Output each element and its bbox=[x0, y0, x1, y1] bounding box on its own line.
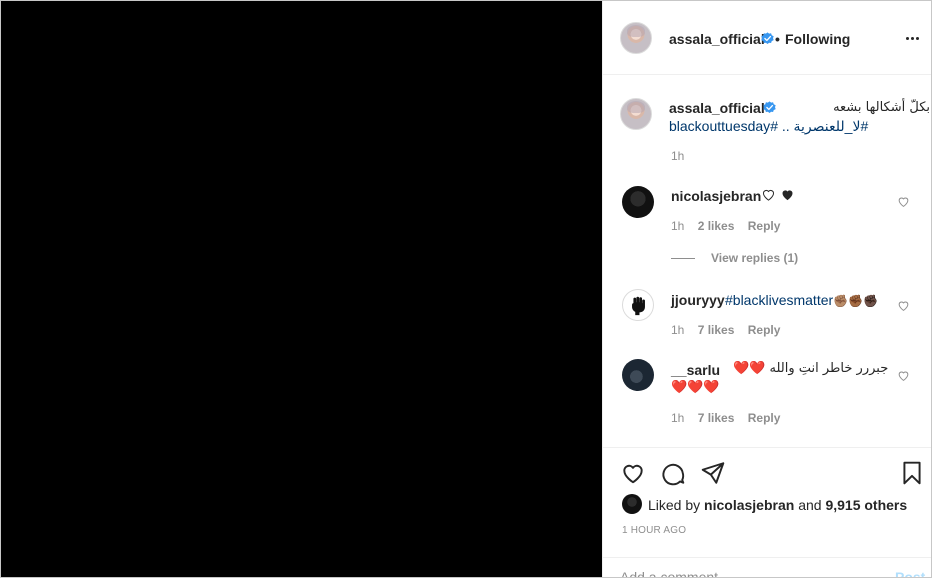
post-side-panel: assala_official • Following assala_offic… bbox=[602, 1, 931, 577]
caption-text: بكلّ أشكالها بشعه bbox=[833, 100, 930, 115]
post-comment-button[interactable]: Post bbox=[895, 569, 925, 577]
verified-badge-icon bbox=[763, 101, 776, 114]
more-options-icon[interactable] bbox=[906, 37, 920, 41]
comment-time: 1h bbox=[671, 219, 685, 233]
red-hearts-emojis: ❤️❤️❤️ bbox=[671, 379, 720, 394]
author-avatar[interactable] bbox=[620, 22, 652, 54]
white-heart-icon bbox=[762, 189, 775, 201]
share-icon[interactable] bbox=[700, 460, 726, 486]
comment-text: #blacklivesmatter✊🏽✊🏾✊🏿 bbox=[725, 292, 878, 308]
comment-username[interactable]: nicolasjebran bbox=[671, 188, 761, 204]
caption-hashtags[interactable]: #لا_للعنصرية .. #blackouttuesday bbox=[669, 118, 868, 135]
liked-by-and: and bbox=[798, 497, 822, 513]
post-modal: assala_official • Following assala_offic… bbox=[0, 0, 932, 578]
liked-by-user[interactable]: nicolasjebran bbox=[704, 497, 794, 513]
add-comment-box: Post bbox=[603, 557, 931, 577]
comment-time: 1h bbox=[671, 411, 685, 425]
comment-text: جبررر خاطر انتِ والله ❤️❤️ bbox=[733, 361, 889, 376]
following-button[interactable]: Following bbox=[785, 31, 850, 47]
hashtag-link[interactable]: #blacklivesmatter bbox=[725, 292, 833, 308]
caption-username[interactable]: assala_official bbox=[669, 100, 765, 116]
reply-button[interactable]: Reply bbox=[748, 323, 781, 337]
author-username[interactable]: assala_official bbox=[669, 31, 765, 47]
comment-meta: 1h 7 likes Reply bbox=[671, 411, 780, 425]
comment-meta: 1h 7 likes Reply bbox=[671, 323, 780, 337]
likes-count[interactable]: 9,915 others bbox=[825, 497, 907, 513]
post-media-black-image[interactable] bbox=[1, 1, 602, 577]
comment-text bbox=[761, 187, 795, 203]
commenter-avatar[interactable] bbox=[622, 359, 654, 391]
comment-like-heart-icon[interactable] bbox=[897, 299, 910, 312]
liked-by-avatar[interactable] bbox=[622, 494, 642, 514]
reply-button[interactable]: Reply bbox=[748, 411, 781, 425]
comment-likes[interactable]: 7 likes bbox=[698, 411, 735, 425]
caption-time: 1h bbox=[671, 149, 685, 163]
comment-icon[interactable] bbox=[660, 460, 686, 486]
commenter-avatar[interactable] bbox=[622, 186, 654, 218]
heart-icon[interactable] bbox=[620, 460, 646, 486]
comment-like-heart-icon[interactable] bbox=[897, 195, 910, 208]
commenter-avatar[interactable] bbox=[622, 289, 654, 321]
liked-by-prefix: Liked by bbox=[648, 497, 701, 513]
verified-badge-icon bbox=[761, 32, 774, 45]
view-replies-line bbox=[671, 258, 695, 260]
view-replies-button[interactable]: View replies (1) bbox=[671, 251, 798, 265]
fist-emojis: ✊🏽✊🏾✊🏿 bbox=[833, 294, 878, 308]
view-replies-label: View replies (1) bbox=[711, 251, 799, 265]
comment-like-heart-icon[interactable] bbox=[897, 369, 910, 382]
raised-fist-icon bbox=[632, 296, 645, 316]
comment-meta: 1h 2 likes Reply bbox=[671, 219, 780, 233]
header-bullet: • bbox=[775, 31, 780, 47]
post-timestamp[interactable]: 1 hour ago bbox=[622, 525, 686, 536]
bookmark-icon[interactable] bbox=[899, 460, 925, 486]
comment-likes[interactable]: 2 likes bbox=[698, 219, 735, 233]
comment-time: 1h bbox=[671, 323, 685, 337]
caption-author-avatar[interactable] bbox=[620, 98, 652, 130]
comment-username[interactable]: jjouryyy bbox=[671, 292, 725, 308]
comment-username[interactable]: __sarlu bbox=[671, 362, 720, 378]
black-heart-icon bbox=[782, 190, 793, 201]
reply-button[interactable]: Reply bbox=[748, 219, 781, 233]
liked-by-line: Liked by nicolasjebran and 9,915 others bbox=[648, 497, 907, 513]
post-header: assala_official • Following bbox=[603, 1, 931, 75]
comment-input[interactable] bbox=[620, 569, 860, 577]
comment-likes[interactable]: 7 likes bbox=[698, 323, 735, 337]
